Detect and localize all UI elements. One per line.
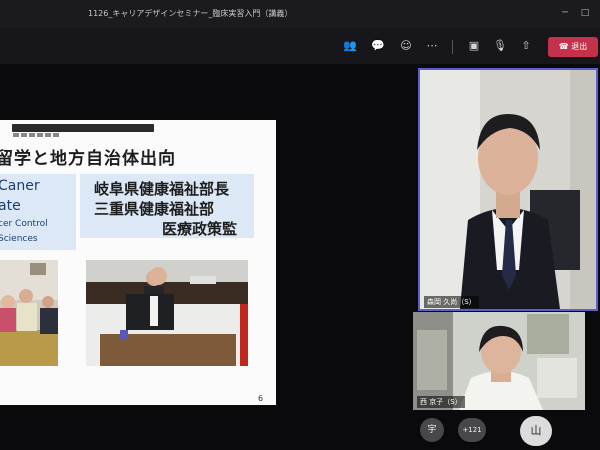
reactions-icon[interactable]: ☺ [398, 38, 414, 54]
slide-left-line-4: Sciences [0, 234, 38, 244]
overflow-participants-badge[interactable]: +121 [458, 418, 486, 442]
slide-left-line-1: Caner [0, 178, 40, 194]
mic-off-icon[interactable]: 🎙 [492, 38, 508, 54]
toolbar-separator [452, 40, 453, 54]
shared-slide: 留学と地方自治体出向 Caner ate cer Control Science… [0, 120, 276, 405]
participant-name-second: 西 京子（S） [417, 396, 465, 408]
slide-left-line-2: ate [0, 198, 21, 214]
slide-right-line-2: 三重県健康福祉部 [94, 200, 215, 218]
slide-photo-meeting [0, 260, 58, 366]
avatar[interactable]: 宇 [420, 418, 444, 442]
more-icon[interactable]: ⋯ [424, 38, 440, 54]
slide-mini-toolbar[interactable] [12, 124, 154, 137]
phone-icon: ☎ [558, 42, 569, 51]
slide-right-box: 岐阜県健康福祉部長 三重県健康福祉部 医療政策監 [80, 174, 254, 238]
maximize-icon[interactable]: □ [580, 8, 590, 18]
slide-title: 留学と地方自治体出向 [0, 149, 176, 169]
minimize-icon[interactable]: ─ [560, 8, 570, 18]
slide-left-box: Caner ate cer Control Sciences [0, 174, 76, 250]
slide-left-line-3: cer Control [0, 219, 48, 229]
leave-button[interactable]: ☎ 退出 [548, 37, 598, 57]
slide-right-line-3: 医療政策監 [162, 220, 238, 238]
slide-right-line-1: 岐阜県健康福祉部長 [94, 180, 230, 198]
camera-off-icon[interactable]: ▣ [466, 38, 482, 54]
people-icon[interactable]: 👥 [342, 38, 358, 54]
window-titlebar: 1126_キャリアデザインセミナー_臨床実習入門（講義） ─ □ [0, 0, 600, 28]
share-icon[interactable]: ⇧ [518, 38, 534, 54]
participant-tile-second[interactable]: 西 京子（S） [413, 312, 585, 410]
participant-tile-main[interactable]: 森岡 久尚（S） [418, 68, 598, 311]
chat-icon[interactable]: 💬 [370, 38, 386, 54]
meeting-toolbar: 👥 💬 ☺ ⋯ ▣ 🎙 ⇧ [0, 28, 600, 64]
avatar[interactable]: 山 [520, 416, 552, 446]
slide-page-number: 6 [258, 394, 264, 403]
participant-name-main: 森岡 久尚（S） [424, 296, 479, 308]
participant-video-main [420, 70, 596, 309]
leave-label: 退出 [571, 42, 588, 51]
window-title: 1126_キャリアデザインセミナー_臨床実習入門（講義） [88, 9, 293, 18]
slide-photo-podium [86, 260, 248, 366]
